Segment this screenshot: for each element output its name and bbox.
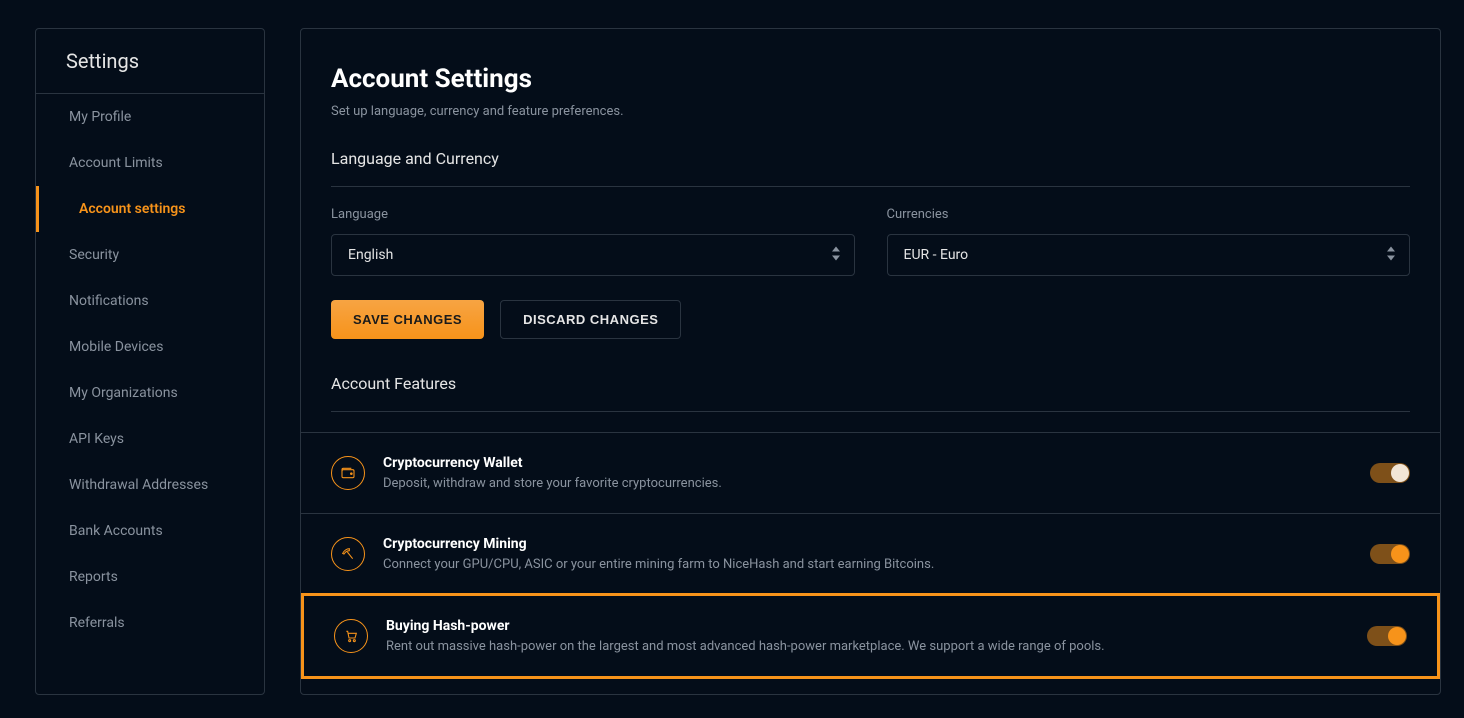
feature-title: Cryptocurrency Wallet bbox=[383, 455, 1352, 471]
feature-desc: Deposit, withdraw and store your favorit… bbox=[383, 476, 1352, 491]
feature-row-cryptocurrency-wallet: Cryptocurrency Wallet Deposit, withdraw a… bbox=[301, 432, 1440, 513]
sidebar-item-api-keys[interactable]: API Keys bbox=[36, 416, 264, 462]
feature-toggle[interactable] bbox=[1370, 463, 1410, 483]
page-title: Account Settings bbox=[331, 64, 1410, 94]
currency-select[interactable]: EUR - Euro bbox=[887, 234, 1411, 276]
sidebar-item-referrals[interactable]: Referrals bbox=[36, 600, 264, 646]
divider bbox=[331, 411, 1410, 412]
page-subtitle: Set up language, currency and feature pr… bbox=[331, 104, 1410, 119]
language-select[interactable]: English bbox=[331, 234, 855, 276]
divider bbox=[331, 186, 1410, 187]
sidebar-nav: My ProfileAccount LimitsAccount settings… bbox=[36, 94, 264, 646]
feature-title: Buying Hash-power bbox=[386, 618, 1349, 634]
discard-button[interactable]: DISCARD CHANGES bbox=[500, 300, 681, 339]
settings-sidebar: Settings My ProfileAccount LimitsAccount… bbox=[35, 28, 265, 695]
feature-content: Buying Hash-power Rent out massive hash-p… bbox=[386, 618, 1349, 654]
features-list: Cryptocurrency Wallet Deposit, withdraw a… bbox=[301, 432, 1440, 679]
toggle-knob bbox=[1391, 464, 1409, 482]
features-section-title: Account Features bbox=[331, 374, 1410, 393]
sidebar-item-withdrawal-addresses[interactable]: Withdrawal Addresses bbox=[36, 462, 264, 508]
feature-content: Cryptocurrency Wallet Deposit, withdraw a… bbox=[383, 455, 1352, 491]
sidebar-item-account-limits[interactable]: Account Limits bbox=[36, 140, 264, 186]
language-group: Language English bbox=[331, 207, 855, 276]
feature-desc: Connect your GPU/CPU, ASIC or your entir… bbox=[383, 557, 1352, 572]
sidebar-item-bank-accounts[interactable]: Bank Accounts bbox=[36, 508, 264, 554]
toggle-knob bbox=[1388, 627, 1406, 645]
sidebar-item-security[interactable]: Security bbox=[36, 232, 264, 278]
main-panel: Account Settings Set up language, curren… bbox=[300, 28, 1441, 695]
feature-toggle[interactable] bbox=[1367, 626, 1407, 646]
feature-row-buying-hash-power: Buying Hash-power Rent out massive hash-p… bbox=[301, 593, 1440, 679]
feature-row-cryptocurrency-mining: Cryptocurrency Mining Connect your GPU/CP… bbox=[301, 513, 1440, 594]
sidebar-item-reports[interactable]: Reports bbox=[36, 554, 264, 600]
wallet-icon bbox=[331, 456, 365, 490]
feature-desc: Rent out massive hash-power on the large… bbox=[386, 639, 1349, 654]
save-button[interactable]: SAVE CHANGES bbox=[331, 300, 484, 339]
sidebar-item-account-settings[interactable]: Account settings bbox=[36, 186, 264, 232]
feature-title: Cryptocurrency Mining bbox=[383, 536, 1352, 552]
form-row: Language English Currencies EUR - Euro bbox=[331, 207, 1410, 276]
language-label: Language bbox=[331, 207, 855, 222]
currency-group: Currencies EUR - Euro bbox=[887, 207, 1411, 276]
sidebar-item-notifications[interactable]: Notifications bbox=[36, 278, 264, 324]
currency-select-wrapper: EUR - Euro bbox=[887, 234, 1411, 276]
sidebar-item-mobile-devices[interactable]: Mobile Devices bbox=[36, 324, 264, 370]
pickaxe-icon bbox=[331, 537, 365, 571]
feature-toggle[interactable] bbox=[1370, 544, 1410, 564]
language-section-title: Language and Currency bbox=[331, 149, 1410, 168]
button-row: SAVE CHANGES DISCARD CHANGES bbox=[331, 300, 1410, 339]
toggle-knob bbox=[1391, 545, 1409, 563]
sidebar-item-my-organizations[interactable]: My Organizations bbox=[36, 370, 264, 416]
sidebar-header: Settings bbox=[36, 29, 264, 94]
cart-icon bbox=[334, 619, 368, 653]
sidebar-title: Settings bbox=[66, 49, 234, 73]
sidebar-item-my-profile[interactable]: My Profile bbox=[36, 94, 264, 140]
language-select-wrapper: English bbox=[331, 234, 855, 276]
currency-label: Currencies bbox=[887, 207, 1411, 222]
feature-content: Cryptocurrency Mining Connect your GPU/CP… bbox=[383, 536, 1352, 572]
